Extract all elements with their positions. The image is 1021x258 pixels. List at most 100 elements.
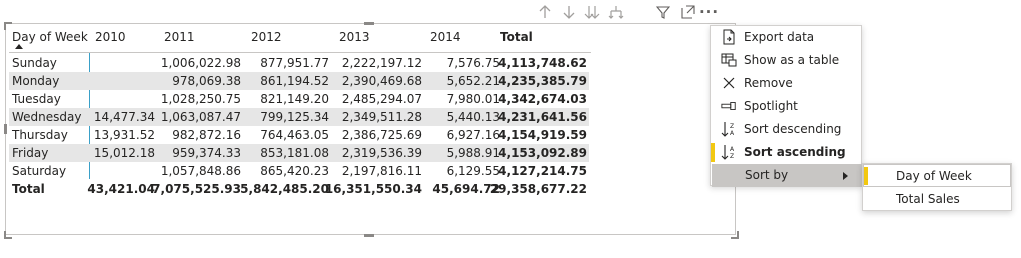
column-header-2013[interactable]: 2013 [339,28,370,46]
table-cell[interactable]: 2,485,294.07 [342,90,422,108]
menu-item-label: Sort descending [744,122,842,136]
table-cell[interactable]: 2,222,197.12 [342,54,422,72]
submenu-item-label: Day of Week [896,169,972,183]
total-row: Total 43,421.04 7,075,525.93 5,842,485.20 16… [9,180,589,198]
table-row: Thursday 13,931.52 982,872.16 764,463.05 2,3… [9,126,589,144]
table-cell[interactable]: 4,154,919.59 [498,126,587,144]
table-cell[interactable]: 13,931.52 [94,126,155,144]
table-cell[interactable]: 4,342,674.03 [498,90,587,108]
table-row: Friday 15,012.18 959,374.33 853,181.08 2,319… [9,144,589,162]
table-cell[interactable]: 1,063,087.47 [161,108,241,126]
table-cell[interactable]: 29,358,677.22 [490,180,587,198]
column-header-2011[interactable]: 2011 [164,28,195,46]
table-row: Sunday 1,006,022.98 877,951.77 2,222,197.12… [9,54,589,72]
row-header[interactable]: Wednesday [12,108,81,126]
column-header-2014[interactable]: 2014 [430,28,461,46]
table-row: Wednesday 14,477.34 1,063,087.47 799,125.34… [9,108,589,126]
table-cell[interactable]: 6,927.16 [447,126,500,144]
table-cell[interactable]: 14,477.34 [94,108,155,126]
table-cell[interactable]: 799,125.34 [260,108,329,126]
arrow-up-icon[interactable] [536,3,554,21]
table-cell[interactable]: 821,149.20 [260,90,329,108]
row-header[interactable]: Total [12,180,45,198]
table-cell[interactable]: 1,006,022.98 [161,54,241,72]
table-cell[interactable]: 877,951.77 [260,54,329,72]
table-cell[interactable]: 861,194.52 [260,72,329,90]
table-cell[interactable]: 7,075,525.93 [152,180,241,198]
menu-item-remove[interactable]: Remove [711,72,861,95]
table-cell[interactable]: 16,351,550.34 [325,180,422,198]
table-cell[interactable]: 853,181.08 [260,144,329,162]
menu-item-spotlight[interactable]: Spotlight [711,95,861,118]
table-cell[interactable]: 6,129.55 [447,162,500,180]
table-cell[interactable]: 2,349,511.28 [342,108,422,126]
focus-mode-icon[interactable] [679,3,697,21]
more-options-icon[interactable]: ··· [699,3,718,21]
table-row: Saturday 1,057,848.86 865,420.23 2,197,816.… [9,162,589,180]
table-cell[interactable]: 2,319,536.39 [342,144,422,162]
row-header[interactable]: Monday [12,72,59,90]
expand-hierarchy-icon[interactable] [607,3,625,21]
menu-item-show-as-table[interactable]: Show as a table [711,49,861,72]
resize-handle-left[interactable] [4,124,7,134]
table-cell[interactable]: 978,069.38 [172,72,241,90]
table-cell[interactable]: 1,028,250.75 [161,90,241,108]
filter-icon[interactable] [654,3,672,21]
table-cell[interactable]: 865,420.23 [260,162,329,180]
visual-header-toolbar: ··· [536,3,718,21]
column-header-2010[interactable]: 2010 [95,28,126,46]
menu-item-label: Show as a table [744,53,840,67]
table-cell[interactable]: 5,652.21 [447,72,500,90]
table-cell[interactable]: 5,988.91 [447,144,500,162]
table-cell[interactable]: 5,440.13 [447,108,500,126]
table-cell[interactable]: 4,113,748.62 [498,54,587,72]
resize-corner-bottom-right[interactable] [731,231,739,239]
table-cell[interactable]: 4,235,385.79 [498,72,587,90]
table-cell[interactable]: 4,153,092.89 [498,144,587,162]
svg-text:A: A [730,130,735,137]
spotlight-icon [721,98,737,114]
submenu-item-total-sales[interactable]: Total Sales [863,188,1011,211]
table-cell[interactable]: 7,980.01 [447,90,500,108]
menu-item-sort-by[interactable]: Sort by [712,164,862,187]
column-header-2012[interactable]: 2012 [251,28,282,46]
table-cell[interactable]: 43,421.04 [87,180,155,198]
table-cell[interactable]: 2,390,469.68 [342,72,422,90]
svg-text:Z: Z [730,123,734,130]
menu-item-sort-ascending[interactable]: AZ Sort ascending [711,141,861,164]
table-cell[interactable]: 4,231,641.56 [498,108,587,126]
menu-item-label: Sort by [745,168,789,182]
menu-item-export-data[interactable]: Export data [711,26,861,49]
row-header[interactable]: Sunday [12,54,57,72]
submenu-item-day-of-week[interactable]: Day of Week [863,164,1011,187]
resize-handle-top[interactable] [364,22,374,25]
table-cell[interactable]: 982,872.16 [172,126,241,144]
chevron-right-icon [843,172,848,180]
table-cell[interactable]: 4,127,214.75 [498,162,587,180]
table-cell[interactable]: 764,463.05 [260,126,329,144]
arrow-down-icon[interactable] [560,3,578,21]
table-row: Tuesday 1,028,250.75 821,149.20 2,485,294.0… [9,90,589,108]
resize-handle-bottom[interactable] [364,234,374,237]
column-header-day-of-week[interactable]: Day of Week [12,28,88,46]
sort-descending-icon: ZA [721,121,737,137]
table-cell[interactable]: 2,197,816.11 [342,162,422,180]
row-header[interactable]: Saturday [12,162,66,180]
menu-item-sort-descending[interactable]: ZA Sort descending [711,118,861,141]
table-cell[interactable]: 15,012.18 [94,144,155,162]
row-header[interactable]: Tuesday [12,90,61,108]
table-cell[interactable]: 959,374.33 [172,144,241,162]
resize-corner-bottom-left[interactable] [4,231,12,239]
table-header-row: Day of Week 2010 2011 2012 2013 2014 Tot… [9,28,589,46]
table-cell[interactable]: 1,057,848.86 [161,162,241,180]
table-cell[interactable]: 7,576.75 [447,54,500,72]
show-as-table-icon [721,52,737,68]
selected-indicator [711,143,715,162]
table-cell[interactable]: 5,842,485.20 [240,180,329,198]
context-menu: Export data Show as a table Remove Spotl… [710,25,862,187]
row-header[interactable]: Friday [12,144,48,162]
row-header[interactable]: Thursday [12,126,68,144]
table-cell[interactable]: 2,386,725.69 [342,126,422,144]
column-header-total[interactable]: Total [500,28,533,46]
double-arrow-down-icon[interactable] [583,3,601,21]
